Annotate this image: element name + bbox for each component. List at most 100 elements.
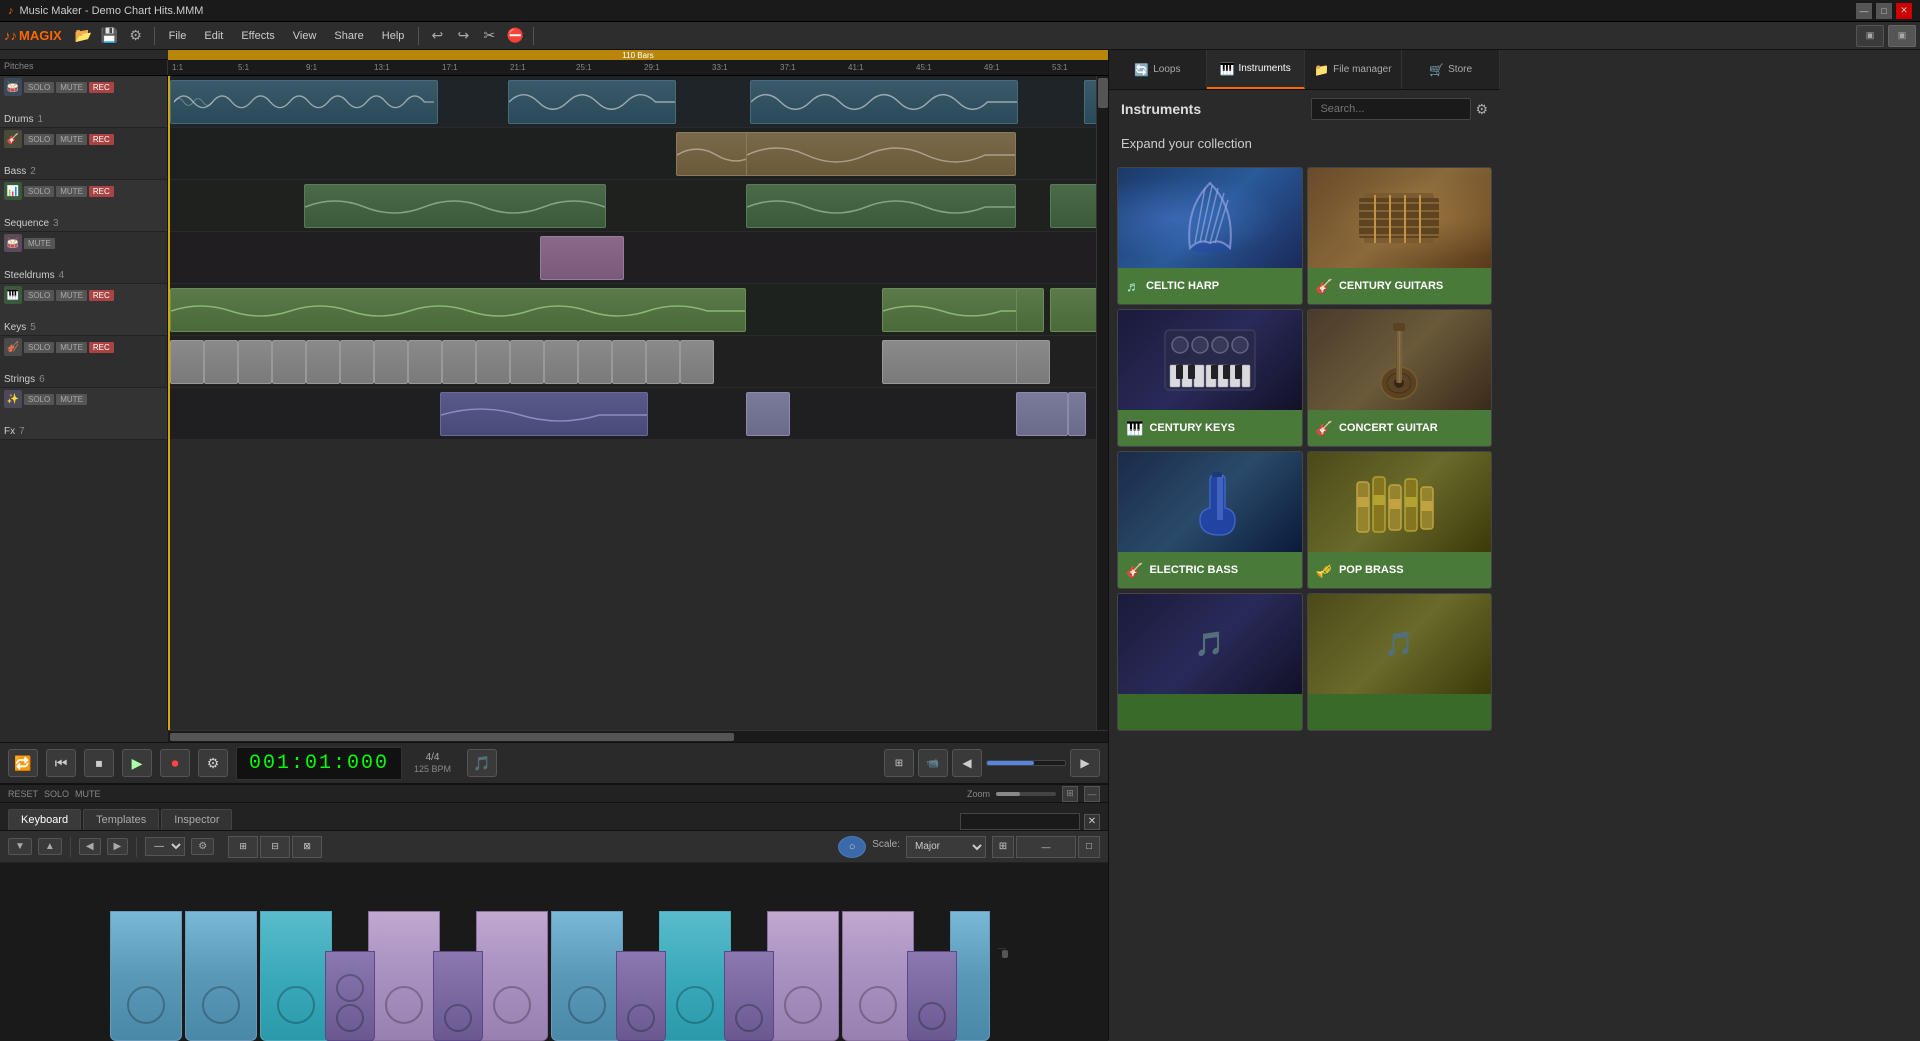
vertical-scrollbar[interactable] — [1096, 76, 1108, 730]
strings-clip-5[interactable] — [306, 340, 340, 384]
open-file-icon[interactable]: 📂 — [72, 24, 96, 48]
piano-key-10[interactable] — [659, 911, 731, 1041]
options-icon[interactable]: ⚙ — [124, 24, 148, 48]
piano-key-4[interactable] — [325, 951, 375, 1041]
strings-clip-6[interactable] — [340, 340, 374, 384]
tab-file-manager[interactable]: 📁 File manager — [1305, 50, 1403, 89]
zoom-track[interactable] — [996, 792, 1056, 796]
piano-key-8[interactable] — [551, 911, 623, 1041]
keys-clip-1[interactable] — [170, 288, 746, 332]
fx-solo-btn[interactable]: SOLO — [24, 394, 54, 405]
bass-rec-btn[interactable]: REC — [89, 134, 114, 145]
menu-view[interactable]: View — [285, 27, 325, 45]
fx-clip-2[interactable] — [746, 392, 790, 436]
scale-circle-btn[interactable]: ○ — [838, 836, 866, 858]
sequence-rec-btn[interactable]: REC — [89, 186, 114, 197]
keys-clip-2[interactable] — [882, 288, 1018, 332]
sequence-mute-btn[interactable]: MUTE — [56, 186, 87, 197]
pattern-icon-2[interactable]: ⊟ — [260, 836, 290, 858]
piano-key-5[interactable] — [368, 911, 440, 1041]
seq-clip-3[interactable] — [1050, 184, 1096, 228]
mixer-btn[interactable]: ⊞ — [884, 749, 914, 777]
strings-rec-btn[interactable]: REC — [89, 342, 114, 353]
redo-icon[interactable]: ↪ — [451, 24, 475, 48]
strings-clip-11[interactable] — [510, 340, 544, 384]
instrument-card-concert-guitar[interactable]: 🎸 CONCERT GUITAR — [1307, 309, 1493, 447]
horizontal-scroll-thumb[interactable] — [170, 733, 734, 741]
kb-length-select[interactable]: — — [145, 837, 185, 856]
kb-nav-down[interactable]: ▼ — [8, 838, 32, 855]
volume-slider[interactable] — [986, 760, 1066, 766]
steel-clip-1[interactable] — [540, 236, 624, 280]
menu-help[interactable]: Help — [374, 27, 413, 45]
drum-clip-1[interactable] — [170, 80, 438, 124]
tab-instruments[interactable]: 🎹 Instruments — [1207, 50, 1305, 89]
drums-rec-btn[interactable]: REC — [89, 82, 114, 93]
tab-keyboard[interactable]: Keyboard — [8, 809, 81, 830]
strings-clip-18[interactable] — [1016, 340, 1050, 384]
piano-key-6[interactable] — [433, 951, 483, 1041]
instrument-card-pop-brass[interactable]: 🎺 POP BRASS — [1307, 451, 1493, 589]
horizontal-scrollbar[interactable] — [168, 730, 1108, 742]
view-toggle-2[interactable]: ▣ — [1888, 25, 1916, 47]
strings-clip-4[interactable] — [272, 340, 306, 384]
piano-key-3[interactable] — [260, 911, 332, 1041]
save-icon[interactable]: 💾 — [98, 24, 122, 48]
seq-clip-2[interactable] — [746, 184, 1016, 228]
fx-clip-1[interactable] — [440, 392, 648, 436]
strings-solo-btn[interactable]: SOLO — [24, 342, 54, 353]
piano-key-14[interactable] — [907, 951, 957, 1041]
piano-key-2[interactable] — [185, 911, 257, 1041]
vertical-scroll-thumb[interactable] — [1098, 78, 1108, 108]
instruments-search-input[interactable] — [1311, 98, 1471, 120]
strings-clip-10[interactable] — [476, 340, 510, 384]
stop-action-icon[interactable]: ⛔ — [503, 24, 527, 48]
zoom-out-btn[interactable]: — — [1084, 786, 1100, 802]
strings-clip-8[interactable] — [408, 340, 442, 384]
play-btn[interactable]: ▶ — [122, 749, 152, 777]
strings-clip-15[interactable] — [646, 340, 680, 384]
strings-clip-7[interactable] — [374, 340, 408, 384]
bass-clip-2[interactable] — [746, 132, 1016, 176]
piano-key-9[interactable] — [616, 951, 666, 1041]
kb-settings-btn[interactable]: ⚙ — [191, 838, 214, 855]
bass-mute-btn[interactable]: MUTE — [56, 134, 87, 145]
kb-close-panel-btn[interactable]: □ — [1078, 836, 1100, 858]
undo-icon[interactable]: ↩ — [425, 24, 449, 48]
volume-right-btn[interactable]: ▶ — [1070, 749, 1100, 777]
kb-nav-up[interactable]: ▲ — [38, 838, 62, 855]
tab-loops[interactable]: 🔄 Loops — [1109, 50, 1207, 89]
keys-clip-4[interactable] — [1050, 288, 1096, 332]
strings-clip-12[interactable] — [544, 340, 578, 384]
keys-rec-btn[interactable]: REC — [89, 290, 114, 301]
strings-clip-1[interactable] — [170, 340, 204, 384]
settings-transport-btn[interactable]: ⚙ — [198, 749, 228, 777]
bass-solo-btn[interactable]: SOLO — [24, 134, 54, 145]
kb-grid-btn[interactable]: ⊞ — [992, 836, 1014, 858]
drums-mute-btn[interactable]: MUTE — [56, 82, 87, 93]
kb-prev[interactable]: ◀ — [79, 838, 101, 855]
piano-key-11[interactable] — [724, 951, 774, 1041]
instrument-card-century-guitars[interactable]: 🎸 CENTURY GUITARS — [1307, 167, 1493, 305]
tab-inspector[interactable]: Inspector — [161, 809, 232, 830]
menu-file[interactable]: File — [161, 27, 195, 45]
drum-clip-2[interactable] — [508, 80, 676, 124]
instrument-card-more-1[interactable]: 🎵 — [1117, 593, 1303, 731]
sequence-solo-btn[interactable]: SOLO — [24, 186, 54, 197]
close-button[interactable]: ✕ — [1896, 3, 1912, 19]
strings-clip-13[interactable] — [578, 340, 612, 384]
loop-btn[interactable]: 🔁 — [8, 749, 38, 777]
piano-key-12[interactable] — [767, 911, 839, 1041]
menu-effects[interactable]: Effects — [233, 27, 282, 45]
pattern-icon-1[interactable]: ⊞ — [228, 836, 258, 858]
instrument-card-electric-bass[interactable]: 🎸 ELECTRIC BASS — [1117, 451, 1303, 589]
tab-store[interactable]: 🛒 Store — [1402, 50, 1500, 89]
fx-clip-4[interactable] — [1068, 392, 1086, 436]
instrument-card-celtic-harp[interactable]: ♬ CELTIC HARP — [1117, 167, 1303, 305]
piano-key-13[interactable] — [842, 911, 914, 1041]
instrument-card-more-2[interactable]: 🎵 — [1307, 593, 1493, 731]
instruments-settings-icon[interactable]: ⚙ — [1475, 101, 1488, 118]
strings-clip-3[interactable] — [238, 340, 272, 384]
cut-icon[interactable]: ✂ — [477, 24, 501, 48]
minimize-button[interactable]: — — [1856, 3, 1872, 19]
